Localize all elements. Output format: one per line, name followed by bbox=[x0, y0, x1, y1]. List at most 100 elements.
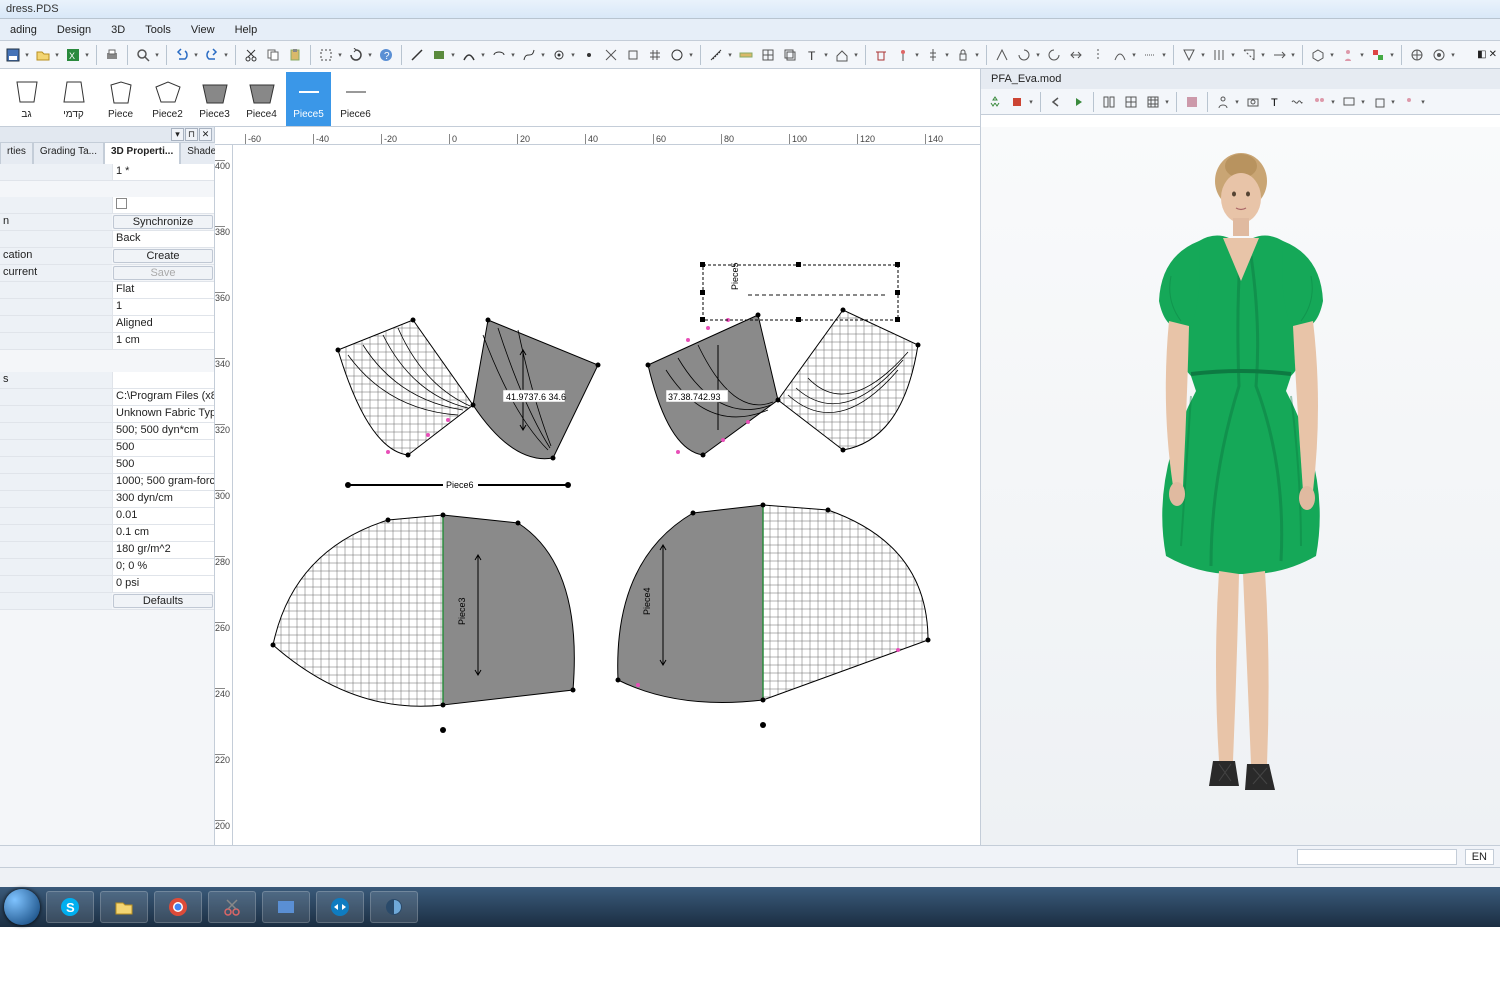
dock-close2-icon[interactable]: ✕ bbox=[199, 128, 212, 141]
house-tool-icon[interactable] bbox=[832, 45, 852, 65]
dropdown-icon[interactable]: ▾ bbox=[1449, 45, 1457, 65]
taskbar-teamviewer-icon[interactable] bbox=[316, 891, 364, 923]
dropdown-icon[interactable]: ▾ bbox=[1027, 92, 1035, 112]
menu-tools[interactable]: Tools bbox=[135, 21, 181, 39]
piece-thumb-2[interactable]: Piece bbox=[98, 72, 143, 126]
dropdown-icon[interactable]: ▾ bbox=[1130, 45, 1138, 65]
piece-thumb-7[interactable]: Piece6 bbox=[333, 72, 378, 126]
property-value[interactable]: 1000; 500 gram-force bbox=[112, 474, 214, 490]
fold-tool-icon[interactable] bbox=[1239, 45, 1259, 65]
people-icon[interactable] bbox=[1309, 92, 1329, 112]
measure-tool-icon[interactable] bbox=[706, 45, 726, 65]
stop-icon[interactable] bbox=[1007, 92, 1027, 112]
split-icon[interactable] bbox=[1099, 92, 1119, 112]
3d-viewport[interactable] bbox=[981, 127, 1500, 845]
curve-tool-icon[interactable] bbox=[519, 45, 539, 65]
property-value[interactable]: 1 bbox=[112, 299, 214, 315]
property-value[interactable]: 0.1 cm bbox=[112, 525, 214, 541]
property-button[interactable]: Defaults bbox=[113, 594, 213, 608]
tab-3d-properties[interactable]: 3D Properti... bbox=[104, 142, 180, 164]
dropdown-icon[interactable]: ▾ bbox=[222, 45, 230, 65]
rotate-icon[interactable] bbox=[346, 45, 366, 65]
status-lang[interactable]: EN bbox=[1465, 849, 1494, 865]
menu-grading[interactable]: ading bbox=[0, 21, 47, 39]
pin-tool-icon[interactable] bbox=[893, 45, 913, 65]
delete-tool-icon[interactable] bbox=[871, 45, 891, 65]
mirror-tool-icon[interactable] bbox=[1088, 45, 1108, 65]
zoom-icon[interactable] bbox=[133, 45, 153, 65]
screen-icon[interactable] bbox=[1339, 92, 1359, 112]
dock-down-icon[interactable]: ▾ bbox=[171, 128, 184, 141]
dropdown-icon[interactable]: ▾ bbox=[913, 45, 921, 65]
piece-thumb-3[interactable]: Piece2 bbox=[145, 72, 190, 126]
dropdown-icon[interactable]: ▾ bbox=[822, 45, 830, 65]
arc-tool-icon[interactable] bbox=[459, 45, 479, 65]
property-value[interactable]: 0 psi bbox=[112, 576, 214, 592]
snap-tool-icon[interactable] bbox=[1407, 45, 1427, 65]
start-button-icon[interactable] bbox=[4, 889, 40, 925]
property-value[interactable]: 500 bbox=[112, 440, 214, 456]
dropdown-icon[interactable]: ▾ bbox=[1358, 45, 1366, 65]
paste-icon[interactable] bbox=[285, 45, 305, 65]
camera-icon[interactable] bbox=[1243, 92, 1263, 112]
dropdown-icon[interactable]: ▾ bbox=[726, 45, 734, 65]
scissors-tool-icon[interactable] bbox=[601, 45, 621, 65]
dropdown-icon[interactable]: ▾ bbox=[539, 45, 547, 65]
dropdown-icon[interactable]: ▾ bbox=[83, 45, 91, 65]
menu-help[interactable]: Help bbox=[225, 21, 268, 39]
dropdown-icon[interactable]: ▾ bbox=[1229, 45, 1237, 65]
property-value[interactable]: 500; 500 dyn*cm bbox=[112, 423, 214, 439]
layers-tool-icon[interactable] bbox=[780, 45, 800, 65]
dropdown-icon[interactable]: ▾ bbox=[336, 45, 344, 65]
rotate-ccw-icon[interactable] bbox=[1044, 45, 1064, 65]
property-value[interactable]: 1 cm bbox=[112, 333, 214, 349]
dropdown-icon[interactable]: ▾ bbox=[1034, 45, 1042, 65]
dropdown-icon[interactable]: ▾ bbox=[192, 45, 200, 65]
notch-tool-icon[interactable] bbox=[623, 45, 643, 65]
taskbar-skype-icon[interactable]: S bbox=[46, 891, 94, 923]
tab-grading[interactable]: Grading Ta... bbox=[33, 142, 104, 164]
taskbar-scissors-icon[interactable] bbox=[208, 891, 256, 923]
taskbar-app1-icon[interactable] bbox=[262, 891, 310, 923]
pleat-tool-icon[interactable] bbox=[1209, 45, 1229, 65]
dropdown-icon[interactable]: ▾ bbox=[1329, 92, 1337, 112]
property-value[interactable]: 500 bbox=[112, 457, 214, 473]
property-button[interactable]: Synchronize bbox=[113, 215, 213, 229]
property-value[interactable]: 1 * bbox=[112, 164, 214, 180]
box3d-icon[interactable] bbox=[1369, 92, 1389, 112]
dropdown-icon[interactable]: ▾ bbox=[569, 45, 577, 65]
dropdown-icon[interactable]: ▾ bbox=[153, 45, 161, 65]
target-tool-icon[interactable] bbox=[1429, 45, 1449, 65]
save-icon[interactable] bbox=[3, 45, 23, 65]
right-doc-title[interactable]: PFA_Eva.mod bbox=[985, 73, 1496, 85]
back-icon[interactable] bbox=[1046, 92, 1066, 112]
property-value[interactable]: 0.01 bbox=[112, 508, 214, 524]
dropdown-icon[interactable]: ▾ bbox=[509, 45, 517, 65]
dropdown-icon[interactable]: ▾ bbox=[687, 45, 695, 65]
avatar-icon[interactable] bbox=[1213, 92, 1233, 112]
dock-pin2-icon[interactable]: ⊓ bbox=[185, 128, 198, 141]
property-value[interactable]: Aligned bbox=[112, 316, 214, 332]
circle-tool-icon[interactable] bbox=[667, 45, 687, 65]
dropdown-icon[interactable]: ▾ bbox=[943, 45, 951, 65]
piece-thumb-4[interactable]: Piece3 bbox=[192, 72, 237, 126]
dropdown-icon[interactable]: ▾ bbox=[1328, 45, 1336, 65]
lock-tool-icon[interactable] bbox=[953, 45, 973, 65]
property-value[interactable]: Unknown Fabric Typ bbox=[112, 406, 214, 422]
property-value[interactable] bbox=[112, 197, 214, 213]
text3d-icon[interactable]: T bbox=[1265, 92, 1285, 112]
text-tool-icon[interactable]: T bbox=[802, 45, 822, 65]
excel-icon[interactable]: X bbox=[63, 45, 83, 65]
extend-tool-icon[interactable] bbox=[1269, 45, 1289, 65]
piece-thumb-0[interactable]: גב bbox=[4, 72, 49, 126]
copy-icon[interactable] bbox=[263, 45, 283, 65]
dropdown-icon[interactable]: ▾ bbox=[53, 45, 61, 65]
dock-pin-icon[interactable]: ◧ bbox=[1477, 49, 1486, 60]
grid-tool-icon[interactable] bbox=[645, 45, 665, 65]
dart-tool-icon[interactable] bbox=[1179, 45, 1199, 65]
undo-icon[interactable] bbox=[172, 45, 192, 65]
recycle-icon[interactable] bbox=[985, 92, 1005, 112]
point-tool-icon[interactable] bbox=[579, 45, 599, 65]
dropdown-icon[interactable]: ▾ bbox=[852, 45, 860, 65]
property-value[interactable]: 0; 0 % bbox=[112, 559, 214, 575]
